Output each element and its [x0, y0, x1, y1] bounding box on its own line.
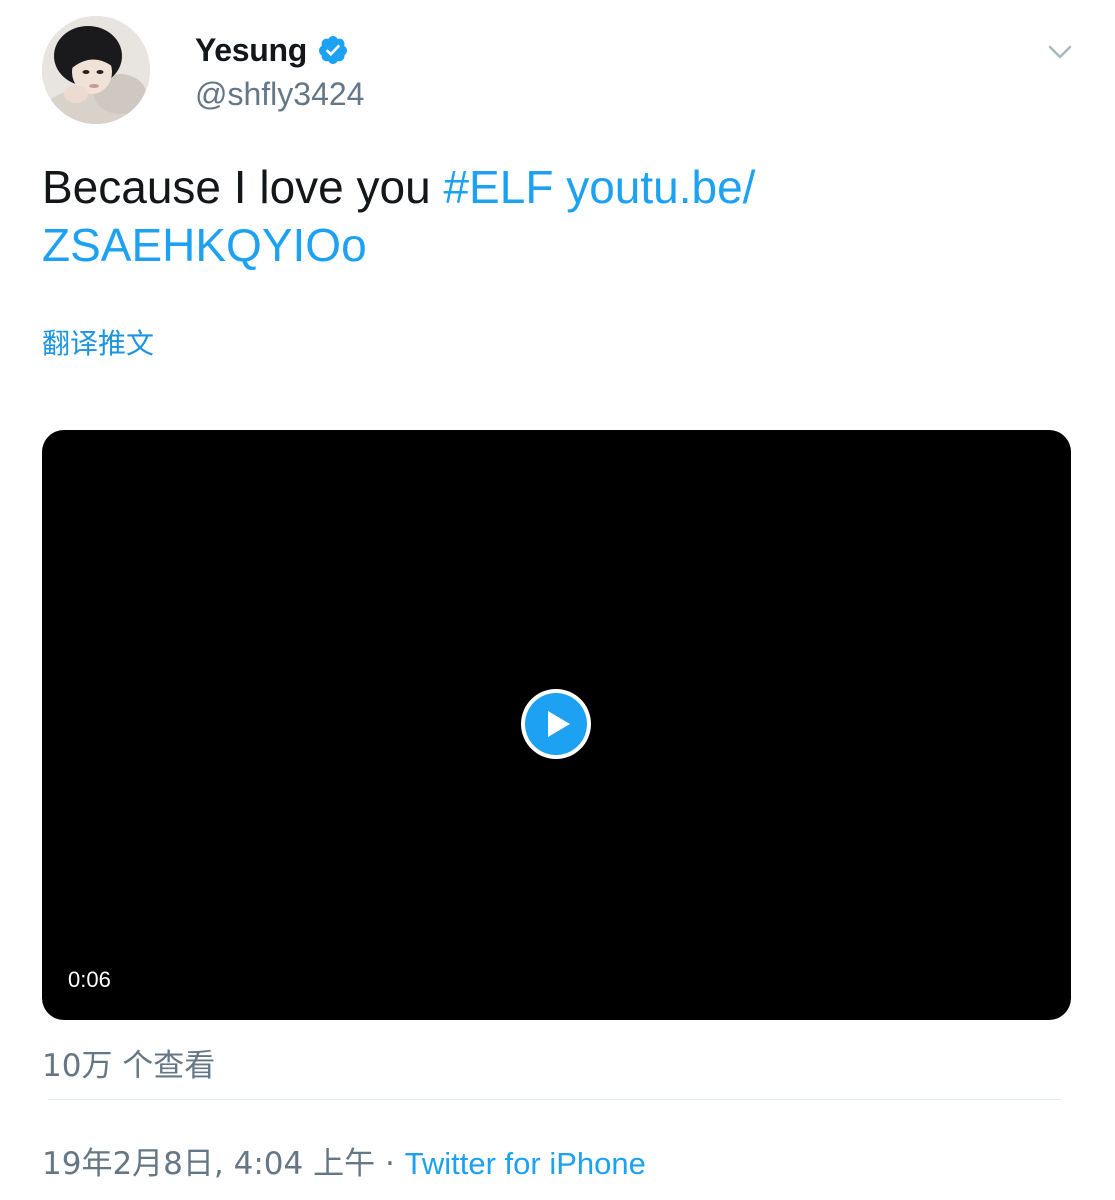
profile-photo [42, 16, 150, 124]
divider [48, 1099, 1061, 1100]
timestamp[interactable]: 19年2月8日, 4:04 上午 [42, 1146, 375, 1182]
play-icon[interactable] [519, 687, 593, 761]
author-handle[interactable]: @shfly3424 [195, 76, 364, 113]
url-link-part1[interactable]: youtu.be/ [566, 161, 755, 213]
view-count: 10万 个查看 [42, 1048, 216, 1084]
verified-badge-icon [317, 34, 349, 66]
avatar[interactable] [42, 16, 150, 124]
hashtag-link[interactable]: #ELF [443, 161, 553, 213]
meta-separator: · [384, 1146, 395, 1182]
tweet-text-plain: Because I love you [42, 161, 444, 213]
tweet-text: Because I love you #ELF youtu.be/ ZSAEHK… [42, 158, 1072, 274]
tweet-metadata: 19年2月8日, 4:04 上午 · Twitter for iPhone [42, 1138, 646, 1183]
translate-tweet-link[interactable]: 翻译推文 [42, 322, 154, 362]
chevron-down-icon[interactable] [1046, 38, 1074, 66]
display-name[interactable]: Yesung [195, 32, 307, 69]
url-link-part2[interactable]: ZSAEHKQYIOo [42, 219, 367, 271]
video-duration: 0:06 [68, 967, 111, 992]
video-player[interactable]: 0:06 [42, 430, 1071, 1020]
tweet-detail: Yesung @shfly3424 Because I love you #EL… [0, 0, 1115, 1200]
author-name-row[interactable]: Yesung [195, 28, 349, 72]
source-link[interactable]: Twitter for iPhone [405, 1146, 646, 1181]
